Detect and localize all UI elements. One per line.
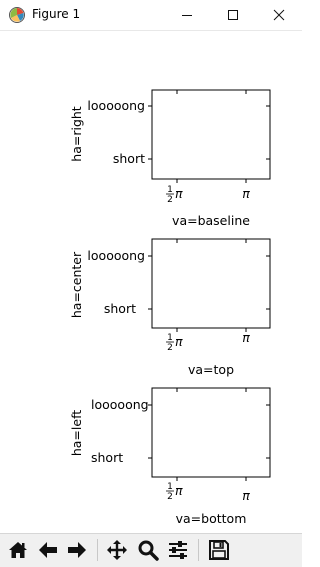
configure-subplots-button[interactable] [165, 537, 191, 563]
back-button[interactable] [35, 537, 61, 563]
xtick-label-half-den: 2 [167, 195, 173, 205]
xtick-label-pi: π [242, 186, 250, 201]
axes-frame [151, 89, 271, 180]
minimize-button[interactable] [164, 0, 210, 30]
subplot-1: looooong short 1 2 π π va=baseline ha=ri… [69, 89, 271, 228]
close-button[interactable] [256, 0, 302, 30]
xtick-label-half-pi: π [175, 483, 183, 498]
xtick-label-half-den: 2 [167, 492, 173, 502]
matplotlib-figure-icon [9, 7, 25, 23]
pan-move-icon [107, 540, 127, 560]
xtick-label-half-num: 1 [167, 333, 173, 343]
back-arrow-icon [39, 542, 57, 558]
xtick-label-pi: π [242, 330, 250, 345]
save-floppy-icon [209, 540, 229, 560]
save-button[interactable] [206, 537, 232, 563]
toolbar-separator [198, 539, 199, 561]
ytick-label: looooong [87, 98, 145, 113]
home-button[interactable] [5, 537, 31, 563]
axes-frame [151, 387, 271, 478]
figure-svg: looooong short 1 2 π π va=baseline ha=ri… [69, 89, 271, 526]
yaxis-label: ha=right [69, 106, 84, 162]
yaxis-label: ha=center [69, 251, 84, 318]
forward-button[interactable] [64, 537, 90, 563]
window-titlebar: Figure 1 [0, 0, 302, 31]
subplot-2: looooong short 1 2 π π va=top ha=center [69, 238, 271, 377]
yaxis-label: ha=left [69, 410, 84, 456]
xtick-label-half-num: 1 [167, 185, 173, 195]
minimize-icon [182, 15, 192, 16]
ytick-label: looooong [87, 248, 145, 263]
xaxis-label: va=top [188, 362, 234, 377]
ytick-label: looooong [91, 397, 149, 412]
xtick-label-pi: π [242, 488, 250, 503]
figure-canvas[interactable]: looooong short 1 2 π π va=baseline ha=ri… [0, 31, 302, 533]
ytick-label: short [91, 450, 123, 465]
zoom-button[interactable] [135, 537, 161, 563]
configure-subplots-icon [169, 541, 187, 559]
axes-frame [151, 238, 271, 329]
home-icon [9, 542, 27, 558]
forward-arrow-icon [68, 542, 86, 558]
xtick-label-half-num: 1 [167, 482, 173, 492]
xtick-label-half-pi: π [175, 186, 183, 201]
pan-button[interactable] [104, 537, 130, 563]
navigation-toolbar [0, 533, 302, 567]
ytick-label: short [113, 151, 145, 166]
window-title: Figure 1 [32, 7, 81, 21]
close-icon [273, 9, 285, 21]
xaxis-label: va=bottom [176, 511, 247, 526]
maximize-icon [228, 10, 238, 20]
subplot-3: looooong short 1 2 π π va=bottom ha=left [69, 387, 271, 526]
toolbar-separator [97, 539, 98, 561]
xtick-label-half-pi: π [175, 334, 183, 349]
xaxis-label: va=baseline [172, 213, 250, 228]
xtick-label-half-den: 2 [167, 343, 173, 353]
maximize-button[interactable] [210, 0, 256, 30]
zoom-magnifier-icon [138, 540, 159, 561]
ytick-label: short [104, 301, 136, 316]
